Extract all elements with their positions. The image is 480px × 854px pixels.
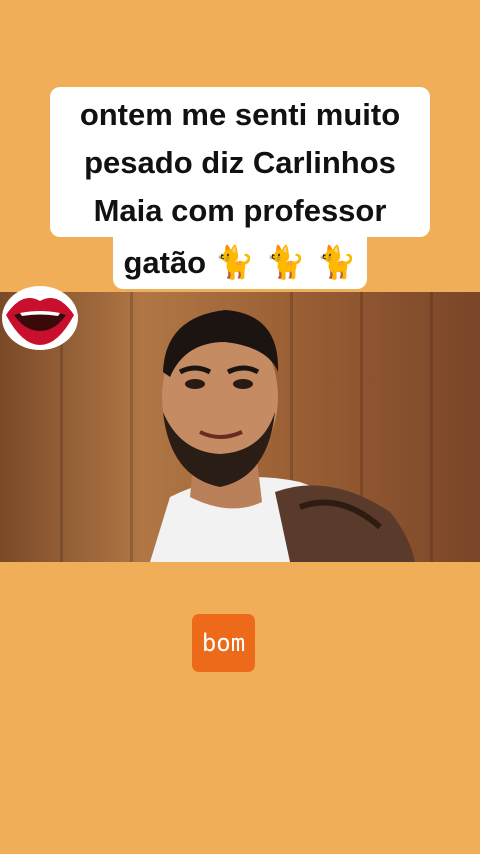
bom-sticker: bom (192, 614, 255, 672)
caption-line-4: gatão 🐈 🐈 🐈 (113, 237, 367, 289)
lips-icon (2, 286, 78, 350)
caption-line-2: pesado diz Carlinhos (50, 143, 430, 191)
video-caption: ontem me senti muito pesado diz Carlinho… (0, 0, 480, 300)
caption-line-3: Maia com professor (50, 191, 430, 237)
cat-emoji-icons: 🐈 🐈 🐈 (214, 243, 357, 281)
caption-line-4-text: gatão (123, 245, 207, 280)
caption-line-1: ontem me senti muito (50, 87, 430, 143)
